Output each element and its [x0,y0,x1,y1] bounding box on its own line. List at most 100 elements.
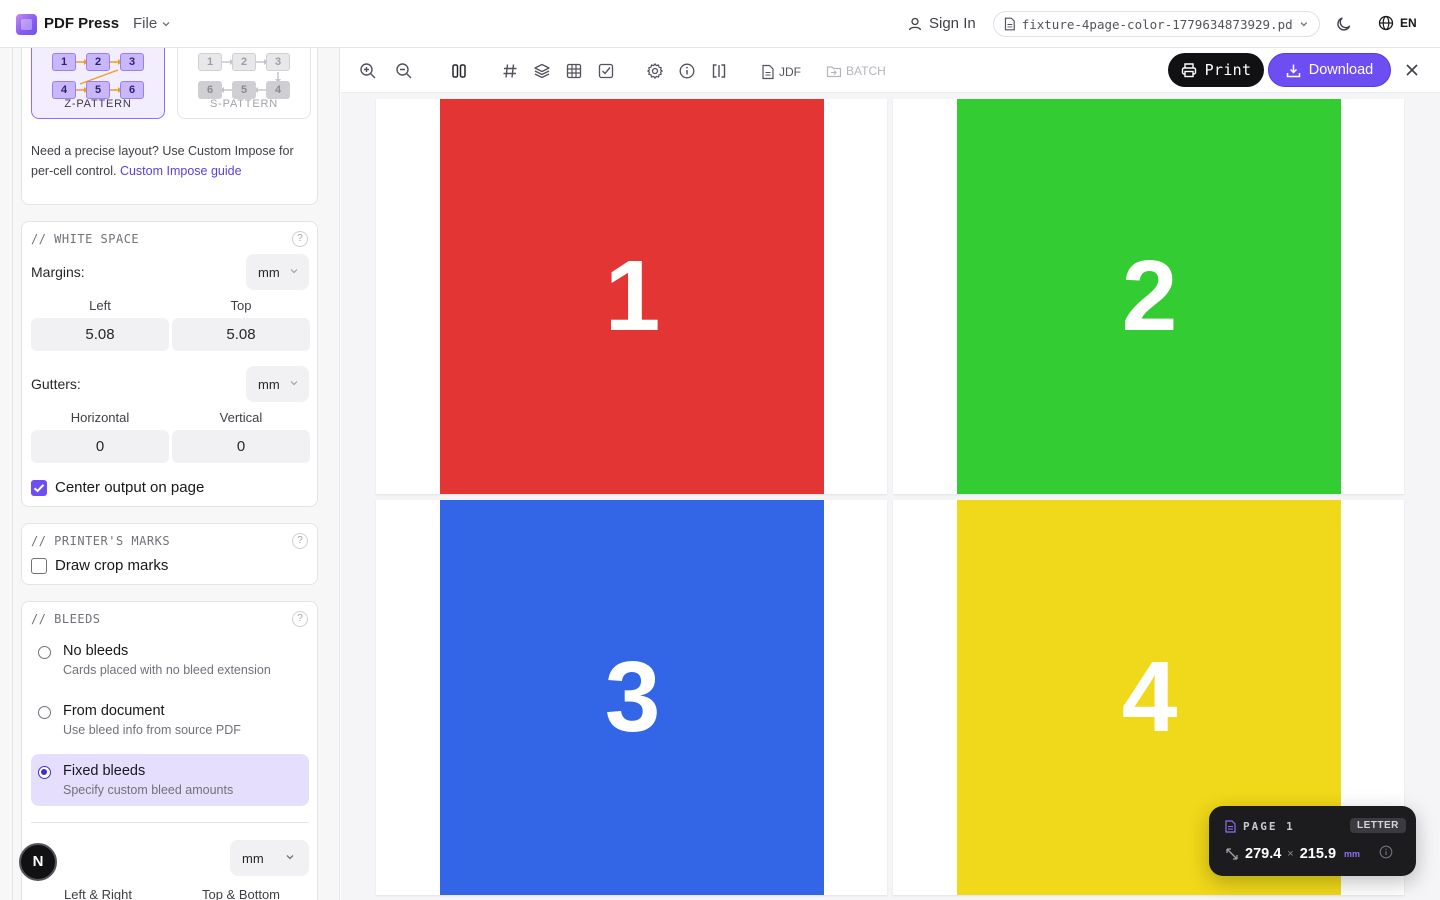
page-height: 215.9 [1299,846,1337,862]
z-cell-5: 5 [86,81,110,99]
fixed-bleeds-subtitle: Specify custom bleed amounts [63,783,234,797]
printers-marks-title: // PRINTER'S MARKS [31,534,171,548]
checklist-icon[interactable] [597,62,615,80]
print-button[interactable]: Print [1168,53,1264,87]
file-menu-label: File [133,15,158,32]
s-cell-3: 3 [266,53,290,71]
bleed-left-right-label: Left & Right [64,887,132,900]
crop-marks-checkbox[interactable] [31,558,47,574]
z-cell-2: 2 [86,53,110,71]
globe-icon [1378,15,1394,31]
s-pattern-label: S-PATTERN [210,98,278,110]
language-label: EN [1400,16,1417,30]
check-icon [33,484,45,493]
compare-icon[interactable] [710,62,728,80]
batch-label: BATCH [846,64,886,78]
chevron-down-icon [1300,22,1308,27]
s-cell-2: 2 [232,53,256,71]
gutter-vertical-label: Vertical [219,410,263,425]
close-icon[interactable] [1404,62,1420,78]
gutter-horizontal-input[interactable]: 0 [31,430,169,463]
center-output-label[interactable]: Center output on page [55,479,204,496]
download-icon [1286,64,1300,77]
zoom-in-icon[interactable] [359,62,377,80]
page-info-widget[interactable]: PAGE 1 LETTER 279.4 × 215.9 mm [1209,806,1416,876]
sign-in-button[interactable]: Sign In [907,15,976,32]
from-document-title[interactable]: From document [63,703,165,719]
z-cell-3: 3 [120,53,144,71]
page-content-2: 2 [957,99,1341,494]
printer-icon [1181,63,1196,78]
center-output-checkbox[interactable] [31,480,47,496]
gutter-vertical-input[interactable]: 0 [172,430,310,463]
fixed-bleeds-radio[interactable] [38,766,51,779]
bleeds-help-icon[interactable]: ? [292,611,308,627]
gutters-label: Gutters: [31,376,81,392]
bleeds-card: // BLEEDS ? No bleeds Cards placed with … [21,601,318,900]
file-selector[interactable]: fixture-4page-color-1779634873929.pdf [993,11,1320,37]
info-icon[interactable] [678,62,696,80]
columns-icon[interactable] [450,62,468,80]
page-dimensions: 279.4 × 215.9 mm [1225,846,1360,862]
s-cell-4: 4 [266,81,290,99]
printers-marks-help-icon[interactable]: ? [292,533,308,549]
settings-icon[interactable] [646,62,664,80]
bleeds-unit-select[interactable]: mm [230,840,309,876]
grid-icon[interactable] [565,62,583,80]
s-cell-1: 1 [198,53,222,71]
gutters-unit-value: mm [258,376,280,392]
s-pattern-option[interactable]: 1 2 3 6 5 4 S-PATTERN [177,48,311,119]
zoom-out-icon[interactable] [395,62,413,80]
chevron-down-icon [162,21,170,26]
layers-icon[interactable] [533,62,551,80]
gutter-horizontal-label: Horizontal [70,410,130,425]
language-switcher[interactable]: EN [1378,15,1417,31]
batch-button[interactable]: BATCH [826,64,886,78]
printers-marks-card: // PRINTER'S MARKS ? Draw crop marks [21,523,318,585]
white-space-card: // WHITE SPACE ? Margins: mm Left Top 5.… [21,221,318,507]
margins-unit-select[interactable]: mm [246,254,309,290]
hash-icon[interactable] [501,62,519,80]
file-icon [1004,17,1015,31]
no-bleeds-title[interactable]: No bleeds [63,643,128,659]
margin-left-label: Left [89,298,111,313]
download-button[interactable]: Download [1268,53,1391,87]
from-document-subtitle: Use bleed info from source PDF [63,723,241,737]
page-number-label: PAGE 1 [1243,820,1295,833]
page-tile-3[interactable]: 3 [376,500,887,895]
layout-pattern-card: 1 2 3 4 5 6 Z-PATTERN 1 2 3 6 5 4 S-PATT… [21,48,318,205]
margin-left-input[interactable]: 5.08 [31,318,169,351]
custom-impose-link[interactable]: Custom Impose guide [120,164,242,178]
top-bar: PDF Press File Sign In fixture-4page-col… [0,0,1440,48]
page-tile-1[interactable]: 1 [376,99,887,494]
gutters-unit-select[interactable]: mm [246,366,309,402]
page-width: 279.4 [1245,846,1282,862]
s-cell-5: 5 [232,81,256,99]
white-space-help-icon[interactable]: ? [292,231,308,247]
preview-canvas[interactable]: 1 2 3 4 [341,93,1440,900]
chevron-down-icon [290,269,298,274]
info-icon[interactable] [1379,845,1393,859]
page-content-3: 3 [440,500,824,895]
app-name[interactable]: PDF Press [44,15,119,32]
s-cell-6: 6 [198,81,222,99]
dev-tools-button[interactable]: N [19,843,57,881]
fixed-bleeds-title[interactable]: Fixed bleeds [63,763,145,779]
file-menu[interactable]: File [133,15,171,32]
custom-impose-note: Need a precise layout? Use Custom Impose… [31,141,309,181]
jdf-label: JDF [779,65,801,79]
moon-icon[interactable] [1335,15,1353,33]
no-bleeds-subtitle: Cards placed with no bleed extension [63,663,271,677]
margin-top-label: Top [230,298,252,313]
fixed-bleeds-highlight [31,754,309,806]
crop-marks-label[interactable]: Draw crop marks [55,557,168,574]
margin-top-input[interactable]: 5.08 [172,318,310,351]
jdf-button[interactable]: JDF [761,64,801,80]
from-document-radio[interactable] [38,706,51,719]
app-logo[interactable] [16,14,37,35]
bleed-top-bottom-label: Top & Bottom [201,887,281,900]
no-bleeds-radio[interactable] [38,646,51,659]
sign-in-label: Sign In [929,15,976,32]
page-tile-2[interactable]: 2 [893,99,1404,494]
z-pattern-option[interactable]: 1 2 3 4 5 6 Z-PATTERN [31,48,165,119]
